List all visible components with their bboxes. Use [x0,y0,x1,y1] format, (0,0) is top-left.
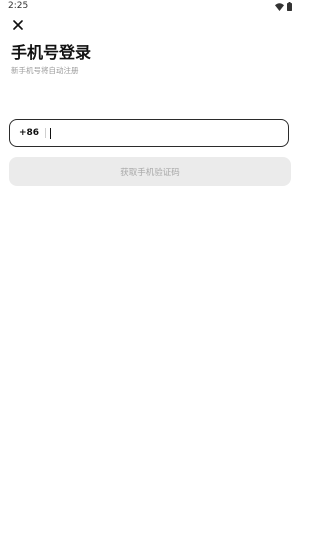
phone-number-input[interactable] [49,120,288,146]
page-subtitle: 新手机号将自动注册 [11,66,79,75]
status-bar: 2:25 [0,0,300,14]
status-icons [275,2,292,11]
text-caret [50,128,51,139]
close-icon [13,15,23,34]
page-title: 手机号登录 [11,43,92,62]
close-button[interactable] [10,16,26,32]
status-time: 2:25 [8,1,29,11]
country-code-selector[interactable]: +86 [19,127,39,139]
get-verification-code-button[interactable]: 获取手机验证码 [9,157,291,186]
battery-icon [287,2,292,11]
phone-field[interactable]: +86 [9,119,289,147]
wifi-icon [275,2,284,11]
field-divider [45,128,47,138]
